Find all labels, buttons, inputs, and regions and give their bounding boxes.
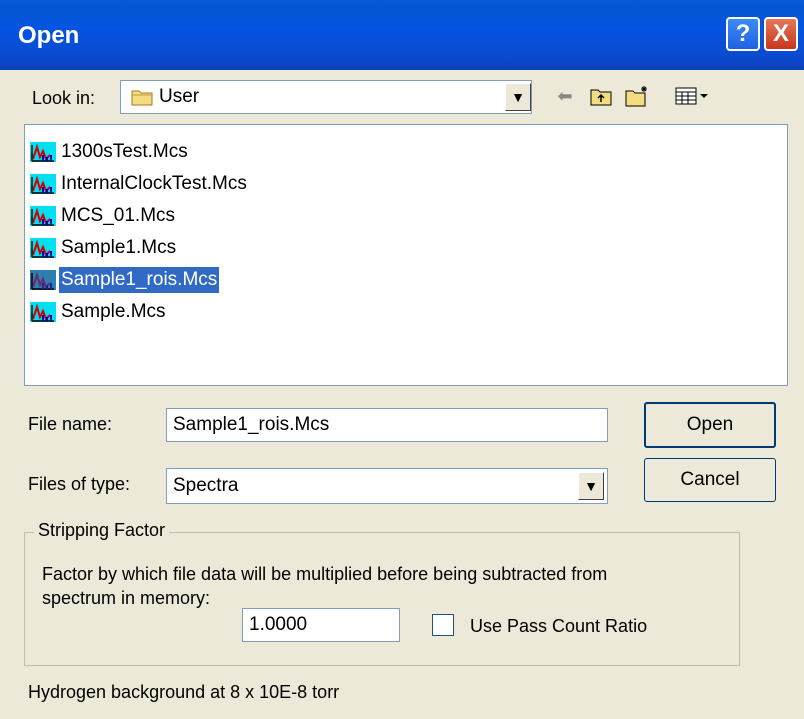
close-icon: X <box>772 20 789 47</box>
chevron-down-icon: ▼ <box>584 478 598 494</box>
files-of-type-dropdown-button[interactable]: ▼ <box>578 472 604 500</box>
look-in-label: Look in: <box>32 88 96 108</box>
file-name: InternalClockTest.Mcs <box>61 173 247 194</box>
new-folder-icon <box>625 86 647 107</box>
file-item[interactable]: Sample.Mcs <box>29 297 168 327</box>
spectrum-file-icon <box>30 238 56 258</box>
use-pass-count-ratio-checkbox[interactable] <box>432 614 454 636</box>
footer-note: Hydrogen background at 8 x 10E-8 torr <box>28 682 340 702</box>
window-title: Open <box>18 22 80 49</box>
file-item[interactable]: Sample1.Mcs <box>29 233 178 263</box>
file-name-input[interactable]: Sample1_rois.Mcs <box>166 408 608 442</box>
stripping-description-line1: Factor by which file data will be multip… <box>42 564 608 584</box>
file-name: 1300sTest.Mcs <box>61 141 188 162</box>
back-button[interactable]: ⬅ <box>552 84 578 108</box>
file-item[interactable]: InternalClockTest.Mcs <box>29 169 249 199</box>
new-folder-button[interactable] <box>624 84 650 108</box>
file-list[interactable]: 1300sTest.Mcs InternalClockTest.Mcs MCS_… <box>24 124 788 386</box>
spectrum-file-icon <box>30 174 56 194</box>
spectrum-file-icon <box>30 142 56 162</box>
up-folder-icon <box>590 89 612 106</box>
title-bar[interactable]: Open ? X <box>0 0 804 70</box>
file-name: Sample1_rois.Mcs <box>59 267 220 293</box>
look-in-combobox[interactable]: User <box>120 80 532 114</box>
stripping-factor-legend: Stripping Factor <box>34 520 170 541</box>
file-name: Sample.Mcs <box>61 301 166 322</box>
files-of-type-select[interactable]: Spectra <box>166 468 608 504</box>
stripping-description-line2: spectrum in memory: <box>42 588 211 608</box>
stripping-factor-input[interactable]: 1.0000 <box>242 608 400 642</box>
folder-icon <box>131 90 153 106</box>
spectrum-file-icon <box>30 302 56 322</box>
back-arrow-icon: ⬅ <box>557 85 573 106</box>
files-of-type-value: Spectra <box>173 475 239 496</box>
cancel-button[interactable]: Cancel <box>644 458 776 502</box>
file-name: MCS_01.Mcs <box>61 205 176 226</box>
look-in-value: User <box>159 86 200 107</box>
files-of-type-label: Files of type: <box>28 474 131 494</box>
view-menu-icon <box>675 87 708 105</box>
help-icon: ? <box>735 20 751 47</box>
file-item[interactable]: MCS_01.Mcs <box>29 201 177 231</box>
up-folder-button[interactable] <box>588 84 614 108</box>
open-button[interactable]: Open <box>644 402 776 448</box>
view-menu-button[interactable] <box>672 84 712 108</box>
use-pass-count-ratio-label: Use Pass Count Ratio <box>470 616 648 636</box>
file-item[interactable]: 1300sTest.Mcs <box>29 137 190 167</box>
close-button[interactable]: X <box>764 17 798 51</box>
file-name-label: File name: <box>28 414 113 434</box>
spectrum-file-icon <box>30 206 56 226</box>
look-in-dropdown-button[interactable]: ▼ <box>505 83 531 111</box>
file-item-selected[interactable]: Sample1_rois.Mcs <box>29 265 220 295</box>
spectrum-file-icon <box>30 270 56 290</box>
file-name: Sample1.Mcs <box>61 237 177 258</box>
help-button[interactable]: ? <box>726 17 760 51</box>
chevron-down-icon: ▼ <box>511 89 525 105</box>
open-dialog: Open ? X Look in: User ▼ ⬅ 1300sTest.Mcs… <box>0 0 804 719</box>
